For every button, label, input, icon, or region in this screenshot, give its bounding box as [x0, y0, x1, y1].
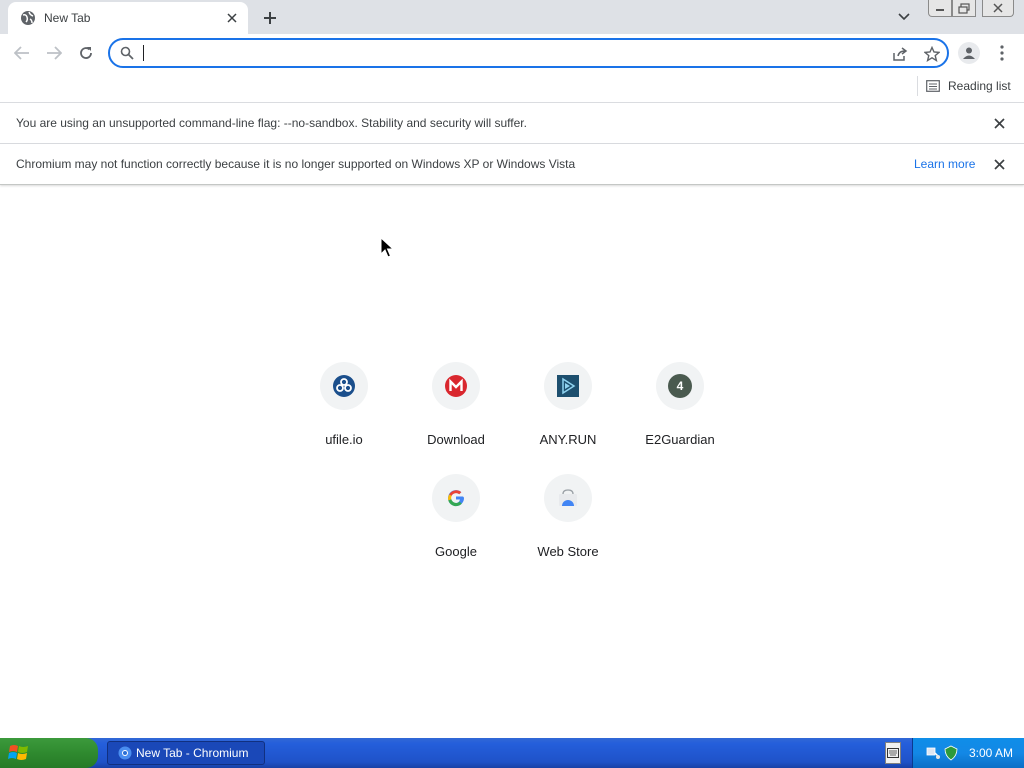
taskbar-item-title: New Tab - Chromium: [136, 746, 249, 760]
shortcut-icon-bg: [432, 474, 480, 522]
webstore-icon: [559, 489, 577, 506]
bookmark-bar: Reading list: [0, 72, 1024, 103]
ufile-icon: [333, 375, 355, 397]
keyboard-layout-icon[interactable]: [885, 742, 901, 764]
shortcut-tile-webstore[interactable]: Web Store: [512, 474, 624, 586]
windows-logo-icon: [8, 745, 28, 760]
bookmark-star-icon[interactable]: [922, 44, 942, 64]
reading-list-button[interactable]: Reading list: [926, 76, 1011, 96]
omnibox[interactable]: [108, 38, 949, 68]
shortcut-label: Download: [427, 432, 485, 447]
clock: 3:00 AM: [969, 746, 1014, 760]
start-button[interactable]: [0, 738, 98, 768]
infobar-message: You are using an unsupported command-lin…: [16, 116, 527, 130]
globe-icon: [21, 11, 35, 25]
infobar-unsupported-os: Chromium may not function correctly beca…: [0, 144, 1024, 185]
share-icon[interactable]: [890, 44, 910, 64]
close-window-icon[interactable]: [982, 0, 1014, 17]
shortcut-icon-bg: [544, 474, 592, 522]
shortcut-label: Google: [435, 544, 477, 559]
kebab-menu-icon[interactable]: [992, 42, 1012, 64]
minimize-window-icon[interactable]: [928, 0, 952, 17]
text-caret: [143, 45, 144, 61]
profile-avatar-icon[interactable]: [958, 42, 980, 64]
address-input[interactable]: [142, 43, 842, 63]
infobar-message: Chromium may not function correctly beca…: [16, 157, 576, 171]
reload-icon[interactable]: [73, 40, 99, 66]
network-icon[interactable]: [925, 745, 941, 761]
restore-window-icon[interactable]: [952, 0, 976, 17]
shortcut-icon-bg: [320, 362, 368, 410]
tab-close-icon[interactable]: [222, 8, 242, 28]
reading-list-icon: [926, 80, 940, 92]
shortcut-tile-download[interactable]: Download: [400, 362, 512, 474]
back-arrow-icon[interactable]: [9, 40, 35, 66]
infobar-no-sandbox: You are using an unsupported command-lin…: [0, 103, 1024, 144]
google-icon: [448, 490, 465, 507]
close-icon[interactable]: [990, 114, 1008, 132]
shortcut-icon-bg: [544, 362, 592, 410]
shortcut-icon-bg: 4: [656, 362, 704, 410]
letter-4-icon: 4: [668, 374, 692, 398]
close-icon[interactable]: [990, 155, 1008, 173]
taskbar-item-chromium[interactable]: New Tab - Chromium: [107, 741, 265, 765]
anyrun-icon: [557, 375, 579, 397]
shortcut-label: E2Guardian: [645, 432, 715, 447]
shortcut-icon-bg: [432, 362, 480, 410]
shortcut-label: Web Store: [537, 544, 599, 559]
shortcut-tile-google[interactable]: Google: [400, 474, 512, 586]
shortcut-tile-anyrun[interactable]: ANY.RUN: [512, 362, 624, 474]
bookmark-separator: [917, 76, 918, 96]
tab-title: New Tab: [44, 11, 91, 25]
tab-new-tab[interactable]: New Tab: [8, 2, 248, 34]
tab-strip: New Tab: [0, 0, 1024, 34]
shortcut-label: ufile.io: [325, 432, 363, 447]
forward-arrow-icon[interactable]: [41, 40, 67, 66]
mouse-cursor-icon: [380, 237, 394, 258]
system-tray: 3:00 AM: [912, 738, 1024, 768]
search-icon: [120, 46, 134, 60]
reading-list-label: Reading list: [948, 79, 1011, 93]
new-tab-plus-icon[interactable]: [258, 6, 282, 30]
toolbar: [0, 34, 1024, 72]
security-shield-icon[interactable]: [943, 745, 959, 761]
mega-icon: [445, 375, 467, 397]
shortcut-tile-ufile[interactable]: ufile.io: [288, 362, 400, 474]
shortcut-tile-e2guardian[interactable]: 4 E2Guardian: [624, 362, 736, 474]
chromium-icon: [118, 746, 132, 760]
shortcut-label: ANY.RUN: [539, 432, 597, 447]
chevron-down-icon[interactable]: [894, 8, 914, 26]
learn-more-link[interactable]: Learn more: [914, 157, 975, 171]
taskbar: New Tab - Chromium 3:00 AM: [0, 738, 1024, 768]
